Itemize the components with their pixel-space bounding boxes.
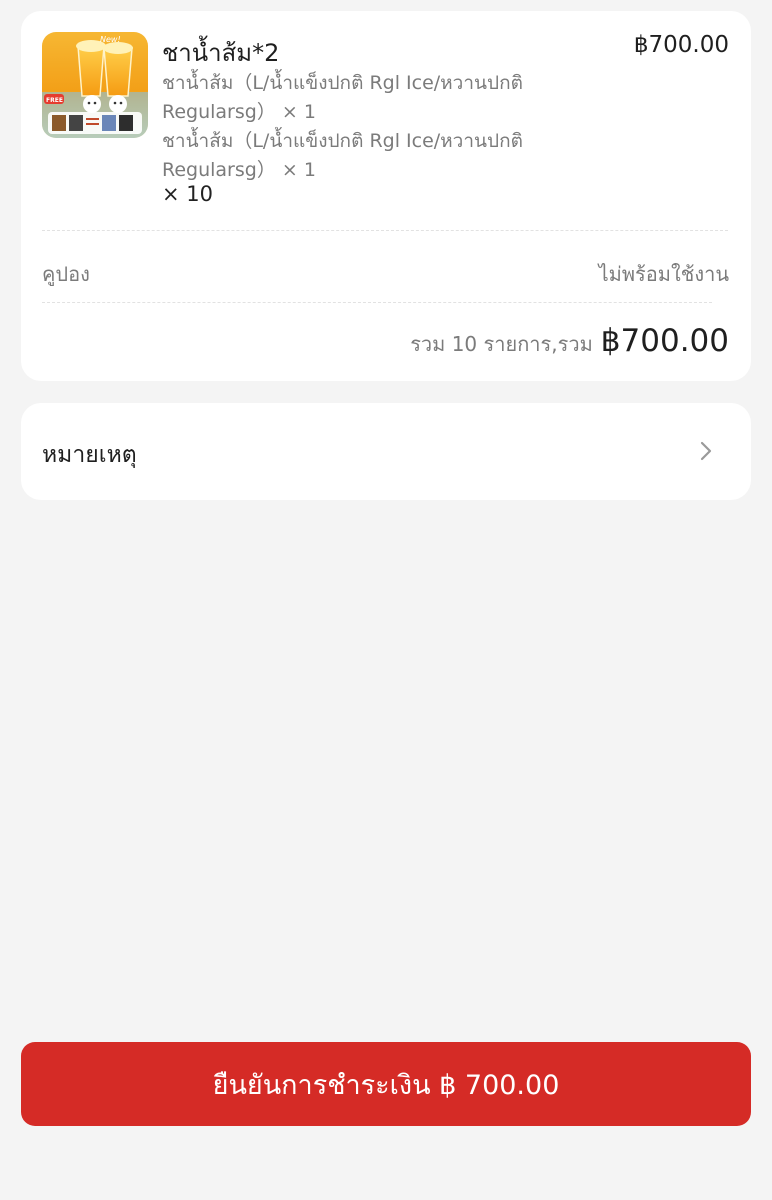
item-option-1-line1: ชาน้ำส้ม（L/น้ำแข็งปกติ Rgl Ice/หวานปกติ [162,72,523,94]
item-option-1-line2: Regularsg） × 1 [162,101,316,123]
divider [42,302,712,303]
chevron-right-icon [700,441,712,461]
image-badge-text: New! [100,35,121,44]
note-label: หมายเหตุ [42,442,137,468]
product-image-graphic: New! FREE [42,32,148,138]
image-promo-text: FREE [46,97,63,104]
summary-amount: ฿700.00 [600,323,729,359]
item-quantity: × 10 [162,182,213,206]
item-option-2-line1: ชาน้ำส้ม（L/น้ำแข็งปกติ Rgl Ice/หวานปกติ [162,130,523,152]
divider [42,230,728,231]
coupon-label: คูปอง [42,262,90,286]
item-title: ชาน้ำส้ม*2 [162,39,280,67]
order-summary: รวม 10 รายการ,รวม ฿700.00 [410,323,729,360]
product-image: New! FREE [42,32,148,138]
summary-text: รวม 10 รายการ,รวม [410,332,593,356]
note-row[interactable]: หมายเหตุ [21,403,751,500]
item-price: ฿700.00 [633,32,729,58]
coupon-status[interactable]: ไม่พร้อมใช้งาน [599,258,729,290]
item-option-2-line2: Regularsg） × 1 [162,159,316,181]
order-card: New! FREE ชาน้ำส้ม*2 ฿700.00 ชาน้ำส้ม（L/… [21,11,751,381]
confirm-payment-button[interactable]: ยืนยันการชำระเงิน ฿ 700.00 [21,1042,751,1126]
